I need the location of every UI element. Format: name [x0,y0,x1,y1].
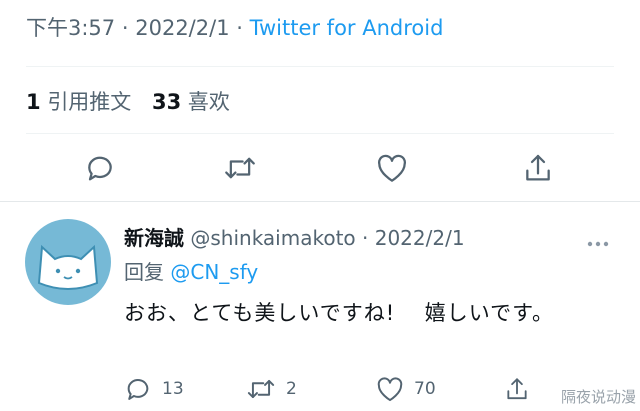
tweet-source[interactable]: Twitter for Android [250,16,444,40]
like-icon[interactable] [374,150,410,186]
tweet-date[interactable]: 2022/2/1 [135,16,229,40]
share-icon[interactable] [520,150,556,186]
tweet-time: 下午3:57 [26,16,116,40]
retweet-icon[interactable] [222,150,258,186]
reply-reply-button[interactable]: 13 [124,372,184,406]
reply-display-name[interactable]: 新海誠 [124,226,184,250]
divider [26,133,614,134]
reply-like-count: 70 [414,379,436,399]
replying-mention[interactable]: @CN_sfy [170,260,258,284]
divider [26,66,614,67]
reply-date[interactable]: 2022/2/1 [375,226,465,250]
more-icon[interactable] [587,232,609,251]
share-icon [507,378,527,400]
cat-face-icon [37,244,99,290]
replying-to: 回复 @CN_sfy [124,256,258,285]
reply-icon[interactable] [82,150,118,186]
reply-share-button[interactable] [504,372,530,406]
retweet-icon [247,379,275,399]
reply-retweet-button[interactable]: 2 [246,372,297,406]
like-icon [377,377,403,402]
reply-retweet-count: 2 [286,379,297,399]
quote-label[interactable]: 引用推文 [47,90,131,114]
reply-handle[interactable]: @shinkaimakoto [190,226,355,250]
reply-body: おお、とても美しいですね! 嬉しいです。 [124,301,555,325]
reply-reply-count: 13 [162,379,184,399]
watermark: 隔夜说动漫 [560,388,636,406]
quote-count[interactable]: 1 [26,90,41,114]
reply-header: 新海誠 @shinkaimakoto · 2022/2/1 [124,226,465,250]
reply-like-button[interactable]: 70 [376,372,436,406]
avatar[interactable] [25,219,111,305]
reply-icon [127,379,149,400]
tweet-action-bar [0,150,640,186]
replying-prefix: 回复 [124,260,164,284]
like-label[interactable]: 喜欢 [188,90,230,114]
divider [0,201,640,202]
tweet-stats: 1 引用推文 33 喜欢 [26,86,244,116]
like-count[interactable]: 33 [152,90,181,114]
tweet-meta: 下午3:57 · 2022/2/1 · Twitter for Android [26,16,444,40]
